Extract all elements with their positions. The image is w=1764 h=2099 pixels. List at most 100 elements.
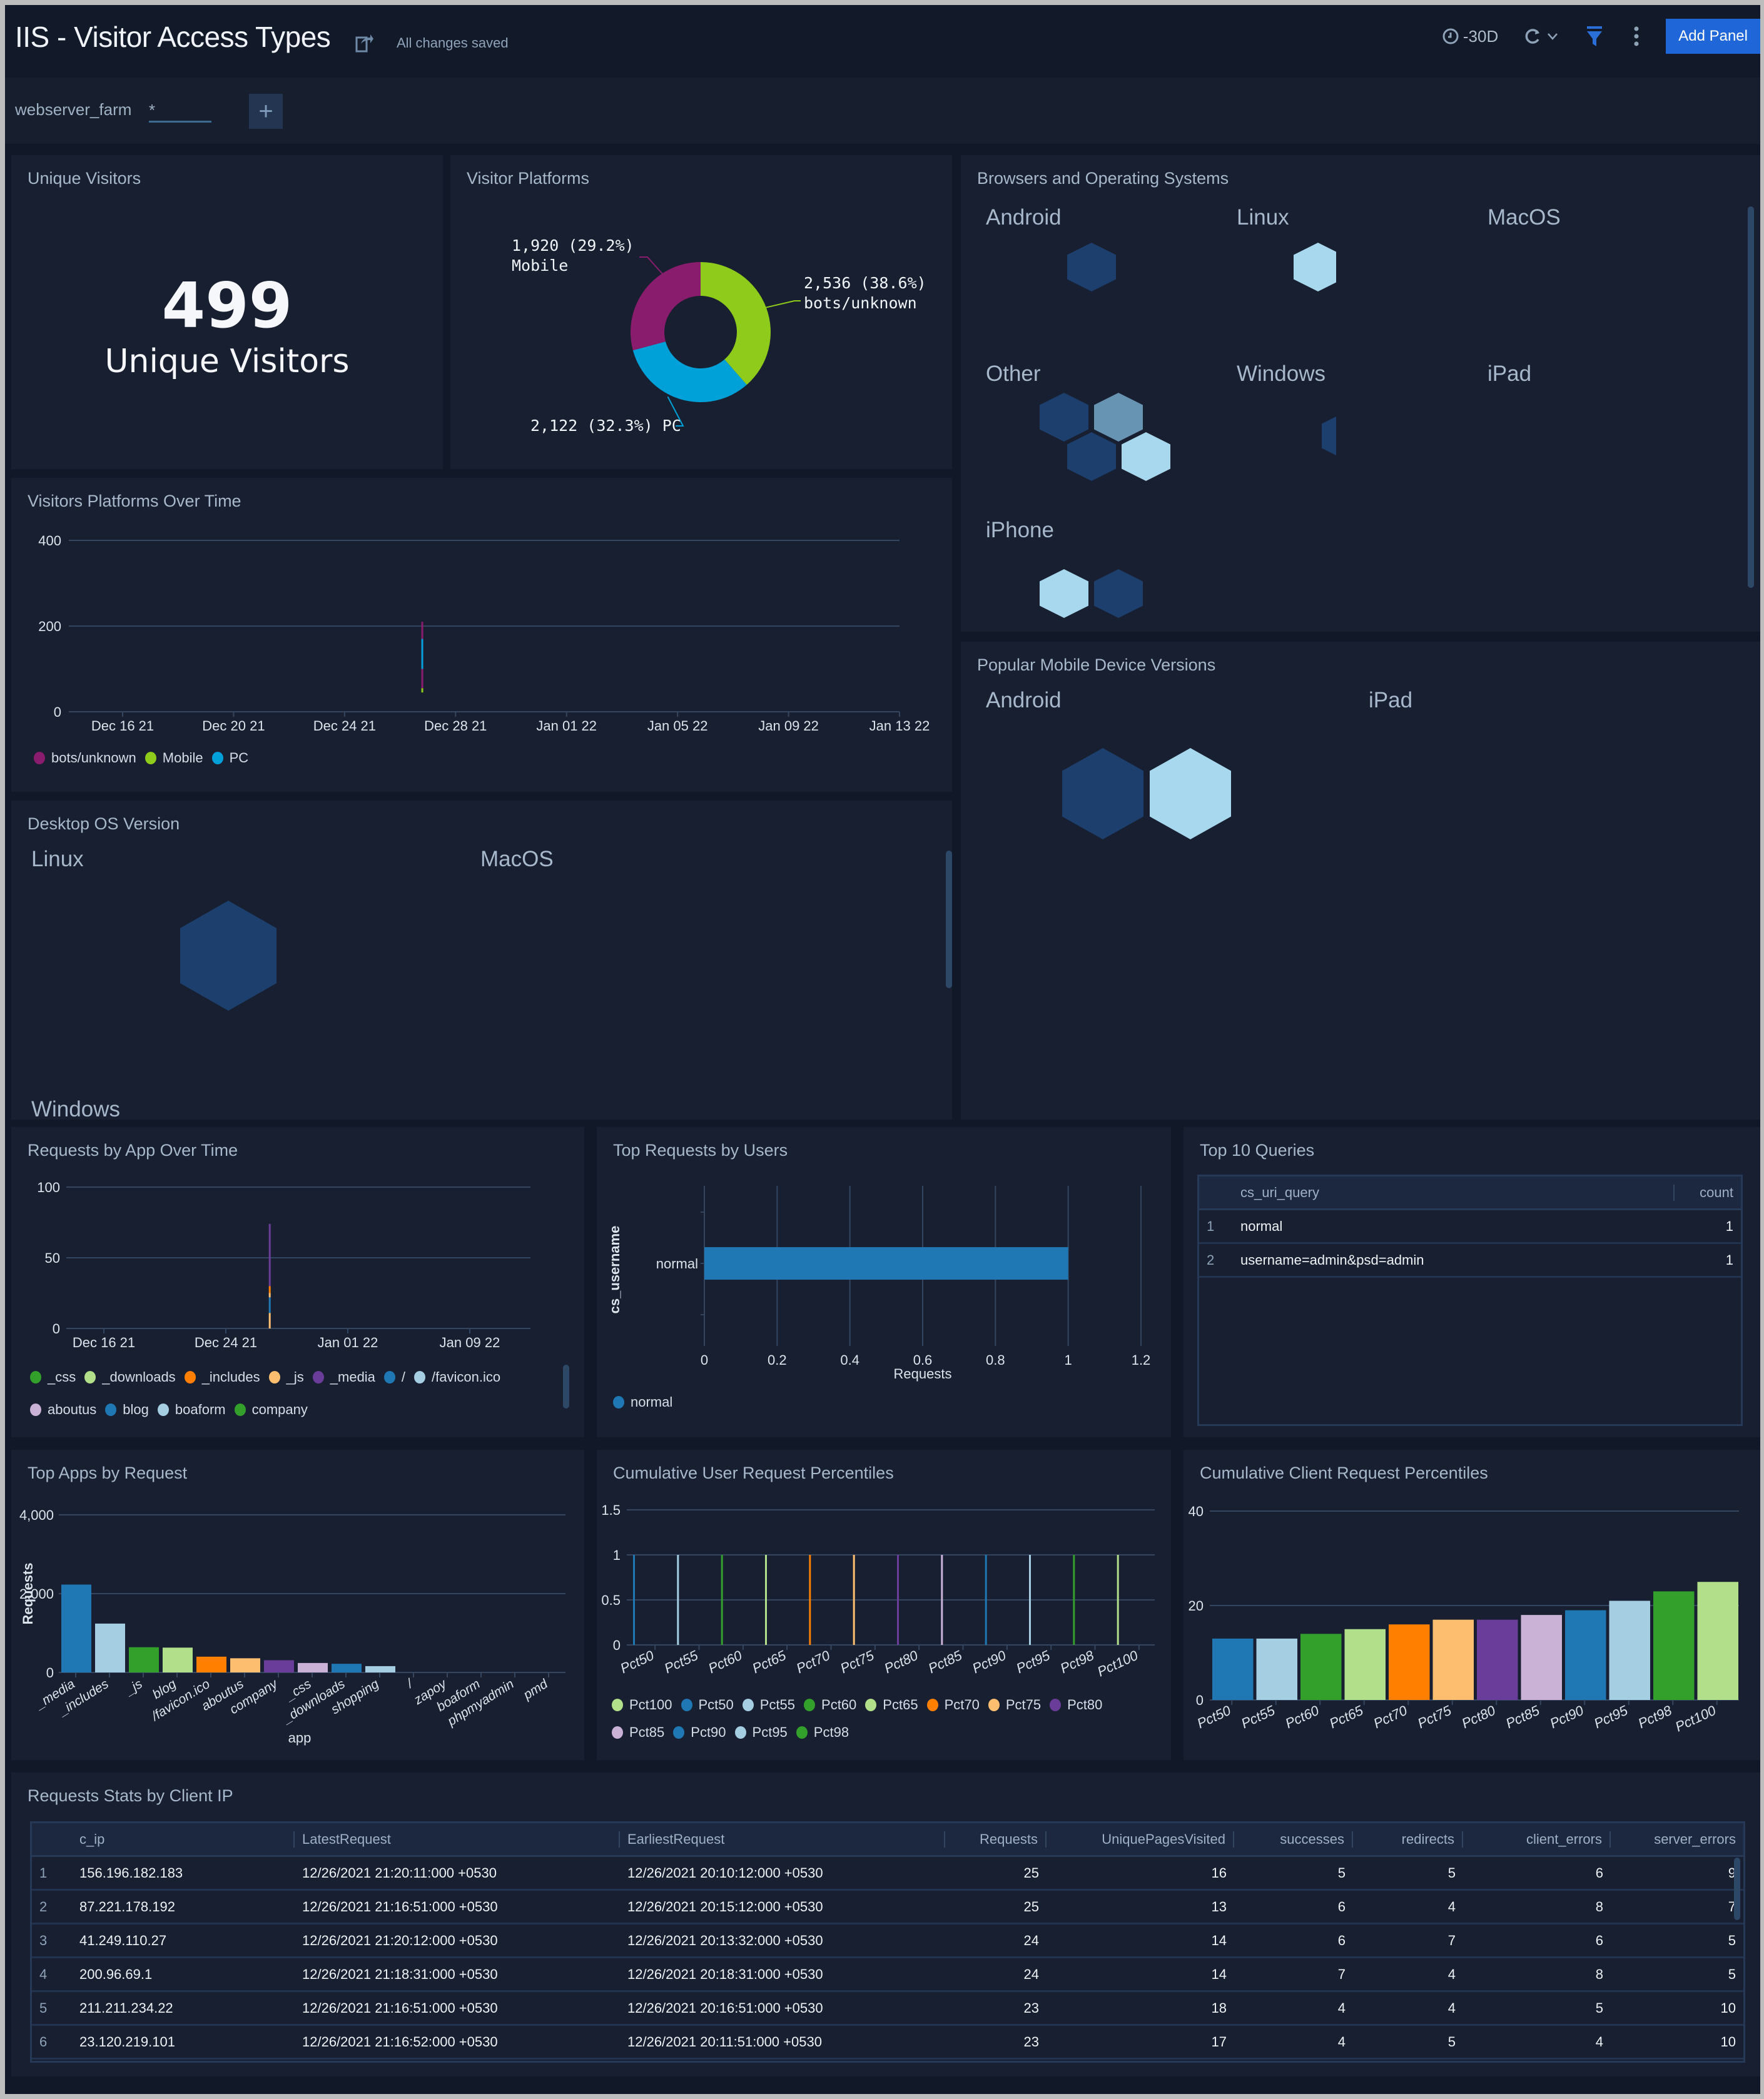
tick-label: Pct75 <box>838 1647 876 1677</box>
bar-chart: 02040Pct50 Pct55 Pct60 Pct65 Pct70 Pct75 Pct80… <box>1189 1504 1739 1734</box>
legend-item[interactable]: _media <box>312 1363 375 1391</box>
column-header[interactable]: c_ip <box>72 1831 295 1848</box>
legend-label: Pct50 <box>698 1697 734 1712</box>
hex-group-label: MacOS <box>1488 205 1561 230</box>
legend-swatch <box>988 1699 1000 1711</box>
table-cell: 200.96.69.1 <box>79 1966 153 1982</box>
table-cell: 4 <box>1595 2033 1603 2050</box>
add-panel-button[interactable]: Add Panel <box>1666 19 1760 54</box>
legend-item[interactable]: boaform <box>157 1396 226 1424</box>
legend-item[interactable]: _downloads <box>84 1363 176 1391</box>
refresh-button[interactable] <box>1523 27 1559 46</box>
legend-item[interactable]: Pct100 <box>612 1691 672 1719</box>
bar <box>129 1647 159 1672</box>
panel-client-percentiles: Cumulative Client Request Percentiles 02… <box>1184 1450 1760 1760</box>
legend-label: bots/unknown <box>51 750 136 766</box>
column-header[interactable]: server_errors <box>1611 1831 1743 1848</box>
legend-swatch <box>268 1371 280 1383</box>
legend-item[interactable]: bots/unknown <box>34 744 136 772</box>
legend-item[interactable]: Pct75 <box>988 1691 1041 1719</box>
panel-title: Top 10 Queries <box>1200 1141 1315 1160</box>
panel-title: Requests Stats by Client IP <box>28 1786 233 1805</box>
table-cell: 12/26/2021 20:16:51:000 +0530 <box>627 2000 823 2016</box>
legend-swatch <box>613 1396 624 1409</box>
legend-swatch <box>1050 1699 1062 1711</box>
donut-chart: 2,536 (38.6%) bots/unknown 2,122 (32.3%) P… <box>512 236 926 435</box>
tick-label: Pct70 <box>794 1647 833 1677</box>
hex-group-label: iPhone <box>986 518 1054 542</box>
queries-table: cs_uri_query count 1 normal 1 2 username=adm… <box>1197 1175 1743 1426</box>
legend-item[interactable]: / <box>383 1363 405 1391</box>
table-cell: 4 <box>1447 1966 1456 1982</box>
legend-item[interactable]: Pct55 <box>742 1691 795 1719</box>
column-header[interactable]: count <box>1675 1185 1741 1201</box>
horizontal-bar-chart: 0 0.2 0.4 0.6 0.8 1 1.2normalRequestscs_userna… <box>607 1186 1151 1382</box>
table-row[interactable]: 3 41.249.110.27 12/26/2021 21:20:12:000 +0… <box>32 1925 1743 1958</box>
table-cell: 7 <box>1728 1898 1736 1914</box>
table-cell: 5 <box>1595 2000 1603 2016</box>
share-icon[interactable] <box>355 33 374 54</box>
hex-group-label: iPad <box>1488 362 1532 386</box>
time-range-picker[interactable]: -30D <box>1442 27 1498 46</box>
scrollbar[interactable] <box>1734 1858 1740 1920</box>
legend-item[interactable]: normal <box>613 1388 672 1416</box>
table-row[interactable]: 4 200.96.69.1 12/26/2021 21:18:31:000 +053… <box>32 1958 1743 1992</box>
scrollbar[interactable] <box>1748 206 1754 588</box>
legend-item[interactable]: PC <box>211 744 248 772</box>
column-header[interactable]: Requests <box>945 1831 1047 1848</box>
legend-item[interactable]: aboutus <box>30 1396 96 1424</box>
column-header[interactable]: LatestRequest <box>295 1831 620 1848</box>
column-header[interactable]: EarliestRequest <box>620 1831 945 1848</box>
legend-item[interactable]: Pct90 <box>673 1719 726 1746</box>
dashboard-title: IIS - Visitor Access Types <box>15 21 331 53</box>
table-row[interactable]: 1 normal 1 <box>1199 1210 1741 1244</box>
tick-label: Pct70 <box>1371 1702 1410 1732</box>
column-header[interactable]: redirects <box>1353 1831 1463 1848</box>
legend-item[interactable]: Pct60 <box>804 1691 856 1719</box>
table-cell: 8 <box>1595 1966 1603 1982</box>
pie-slice <box>701 262 771 385</box>
add-variable-button[interactable]: + <box>249 94 283 129</box>
legend-item[interactable]: company <box>234 1396 308 1424</box>
legend-item[interactable]: Pct70 <box>926 1691 980 1719</box>
legend-swatch <box>105 1404 117 1416</box>
table-row[interactable]: 2 username=admin&psd=admin 1 <box>1199 1244 1741 1278</box>
time-range-value: -30D <box>1462 26 1499 46</box>
tick-label: / <box>403 1676 417 1692</box>
kebab-menu-icon[interactable] <box>1633 26 1640 46</box>
legend-item[interactable]: Pct80 <box>1050 1691 1102 1719</box>
filter-icon[interactable] <box>1586 25 1603 48</box>
table-row[interactable]: 1 156.196.182.183 12/26/2021 21:20:11:000 … <box>32 1857 1743 1891</box>
legend-item[interactable]: Pct85 <box>612 1719 664 1746</box>
column-header[interactable]: cs_uri_query <box>1233 1184 1675 1201</box>
legend-item[interactable]: _css <box>30 1363 76 1391</box>
tick-label: 0.8 <box>986 1352 1005 1368</box>
tick-label: Pct65 <box>750 1647 789 1677</box>
legend-item[interactable]: Pct98 <box>796 1719 849 1746</box>
bar <box>230 1658 260 1672</box>
header-toolbar: -30D Add Panel <box>1442 19 1760 54</box>
column-header[interactable]: UniquePagesVisited <box>1047 1831 1234 1848</box>
legend-item[interactable]: Pct65 <box>865 1691 918 1719</box>
table-cell: 5 <box>1447 1864 1456 1881</box>
scrollbar[interactable] <box>946 851 952 988</box>
table-row[interactable]: 6 23.120.219.101 12/26/2021 21:16:52:000 +… <box>32 2026 1743 2060</box>
legend-item[interactable]: _js <box>268 1363 304 1391</box>
legend-swatch <box>144 752 156 764</box>
table-row[interactable]: 2 87.221.178.192 12/26/2021 21:16:51:000 +… <box>32 1891 1743 1925</box>
axis-label: Requests <box>20 1562 36 1624</box>
column-header[interactable]: client_errors <box>1463 1831 1611 1848</box>
legend-item[interactable]: Mobile <box>144 744 203 772</box>
chevron-down-icon[interactable] <box>1546 30 1559 43</box>
legend-item[interactable]: _includes <box>184 1363 260 1391</box>
table-row[interactable]: 5 211.211.234.22 12/26/2021 21:16:51:000 +… <box>32 1992 1743 2026</box>
legend-item[interactable]: blog <box>105 1396 149 1424</box>
legend-item[interactable]: Pct95 <box>734 1719 788 1746</box>
variable-input[interactable] <box>149 100 211 123</box>
column-header[interactable]: successes <box>1234 1831 1353 1848</box>
tick-label: 1.2 <box>1132 1352 1151 1368</box>
legend-item[interactable]: /favicon.ico <box>414 1363 500 1391</box>
table-cell: 5 <box>1337 1864 1346 1881</box>
legend-item[interactable]: Pct50 <box>681 1691 734 1719</box>
legend-scrollbar[interactable] <box>563 1365 569 1409</box>
